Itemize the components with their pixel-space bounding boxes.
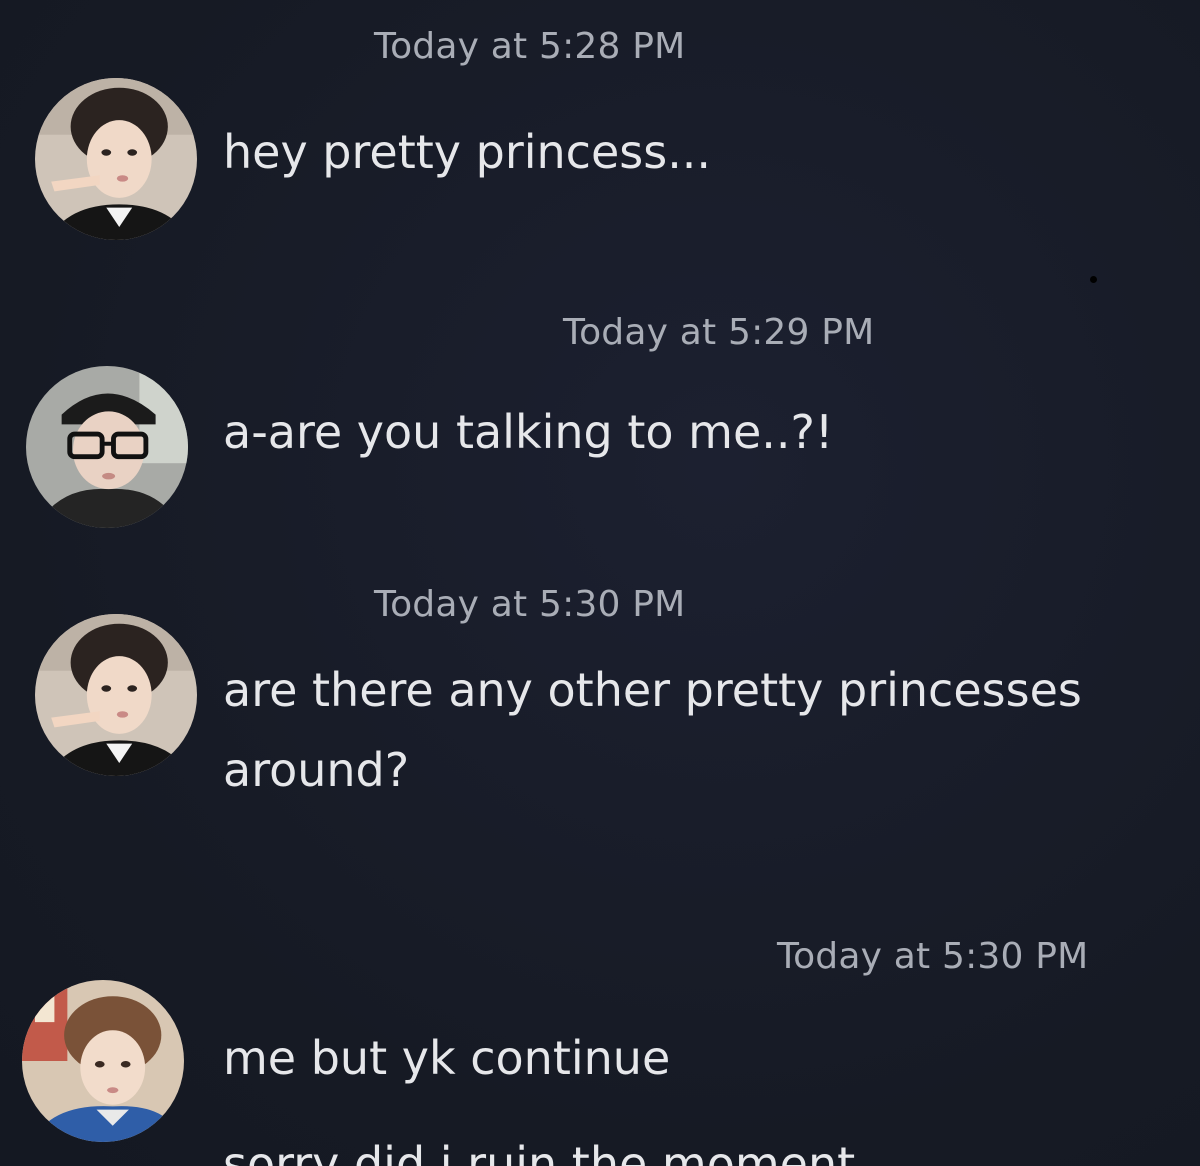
user-avatar[interactable] [35, 614, 197, 776]
message-timestamp: Today at 5:30 PM [777, 936, 1089, 977]
user-avatar[interactable] [26, 366, 188, 528]
message-text: sorry did i ruin the moment [223, 1137, 856, 1166]
user-avatar[interactable] [22, 980, 184, 1142]
profile-photo-icon [26, 366, 188, 528]
chat-window: Today at 5:28 PM hey pretty princess... … [0, 0, 1200, 1166]
message-text: are there any other pretty princesses [223, 663, 1082, 717]
message-timestamp: Today at 5:29 PM [563, 312, 875, 353]
message-text: hey pretty princess... [223, 125, 712, 179]
message-text: me but yk continue [223, 1031, 671, 1085]
stray-dot [1090, 276, 1097, 283]
profile-photo-icon [35, 78, 197, 240]
user-avatar[interactable] [35, 78, 197, 240]
message-timestamp: Today at 5:30 PM [374, 584, 686, 625]
message-timestamp: Today at 5:28 PM [374, 26, 686, 67]
profile-photo-icon [22, 980, 184, 1142]
profile-photo-icon [35, 614, 197, 776]
message-text: a-are you talking to me..?! [223, 405, 834, 459]
message-text: around? [223, 743, 410, 797]
